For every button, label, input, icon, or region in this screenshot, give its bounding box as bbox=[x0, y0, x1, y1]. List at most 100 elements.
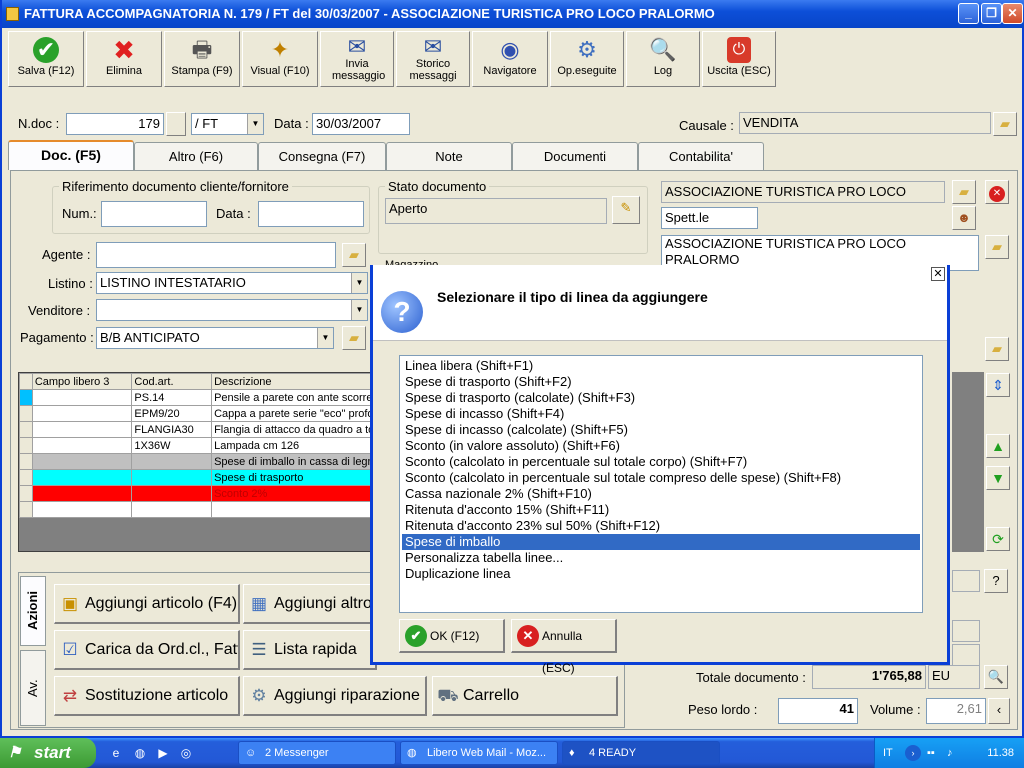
chevron-down-icon[interactable]: ▼ bbox=[317, 328, 333, 348]
start-button[interactable]: ⚑ start bbox=[0, 738, 96, 768]
send-message-button[interactable]: ✉ Invia messaggio bbox=[320, 31, 394, 87]
lines-table[interactable]: Campo libero 3 Cod.art. Descrizione PS.1… bbox=[19, 373, 387, 518]
stato-change-button[interactable]: ✎ bbox=[612, 196, 640, 224]
table-cell[interactable] bbox=[31, 485, 133, 502]
cancel-button[interactable]: ✕ Annulla (ESC) bbox=[511, 619, 617, 675]
cart-button[interactable]: ⛟ Carrello bbox=[432, 676, 618, 716]
table-cell[interactable] bbox=[31, 437, 133, 454]
operations-done-button[interactable]: ⚙ Op.eseguite bbox=[550, 31, 624, 87]
table-cell[interactable] bbox=[31, 453, 133, 470]
pagamento-select[interactable]: B/B ANTICIPATO ▼ bbox=[96, 327, 334, 349]
move-up-button[interactable]: ▲ bbox=[986, 434, 1010, 458]
network-icon[interactable]: ▪▪ bbox=[927, 738, 935, 768]
row-indicator[interactable] bbox=[19, 389, 33, 406]
list-item[interactable]: Sconto (calcolato in percentuale sul tot… bbox=[402, 470, 920, 486]
column-header[interactable]: Campo libero 3 bbox=[31, 373, 133, 390]
chevron-icon[interactable]: › bbox=[905, 745, 921, 761]
volume-button[interactable]: ‹ bbox=[988, 698, 1010, 724]
list-item[interactable]: Spese di imballo bbox=[402, 534, 920, 550]
totals-zoom-button[interactable]: 🔍 bbox=[984, 665, 1008, 689]
quick-list-button[interactable]: ☰ Lista rapida bbox=[243, 630, 377, 670]
chevron-down-icon[interactable]: ▼ bbox=[247, 114, 263, 134]
delete-button[interactable]: ✖ Elimina bbox=[86, 31, 162, 87]
restore-button[interactable]: ❐ bbox=[981, 3, 1002, 24]
column-header[interactable]: Cod.art. bbox=[131, 373, 213, 390]
list-item[interactable]: Sconto (in valore assoluto) (Shift+F6) bbox=[402, 438, 920, 454]
move-top-button[interactable]: ⇕ bbox=[986, 373, 1010, 397]
causale-field[interactable]: VENDITA bbox=[739, 112, 991, 134]
table-cell[interactable]: EPM9/20 bbox=[131, 405, 213, 422]
table-cell[interactable] bbox=[211, 501, 387, 518]
table-row[interactable]: Spese di imballo in cassa di legno bbox=[19, 453, 387, 470]
ie-icon[interactable]: e bbox=[108, 745, 124, 761]
message-history-button[interactable]: ✉ Storico messaggi bbox=[396, 31, 470, 87]
dialog-close-button[interactable]: ✕ bbox=[931, 267, 945, 281]
listino-select[interactable]: LISTINO INTESTATARIO ▼ bbox=[96, 272, 368, 294]
firefox-icon[interactable]: ◍ bbox=[132, 745, 148, 761]
list-item[interactable]: Spese di incasso (calcolate) (Shift+F5) bbox=[402, 422, 920, 438]
row-indicator[interactable] bbox=[19, 485, 33, 502]
table-cell[interactable] bbox=[131, 501, 213, 518]
add-repair-button[interactable]: ⚙ Aggiungi riparazione bbox=[243, 676, 427, 716]
list-item[interactable]: Duplicazione linea bbox=[402, 566, 920, 582]
navigator-button[interactable]: ◉ Navigatore bbox=[472, 31, 548, 87]
cliente-name-field[interactable]: ASSOCIAZIONE TURISTICA PRO LOCO bbox=[661, 181, 945, 203]
list-item[interactable]: Ritenuta d'acconto 23% sul 50% (Shift+F1… bbox=[402, 518, 920, 534]
line-type-list[interactable]: Linea libera (Shift+F1) Spese di trasport… bbox=[399, 355, 923, 613]
causale-folder-button[interactable]: ▰ bbox=[993, 112, 1017, 136]
tab-altro[interactable]: Altro (F6) bbox=[134, 142, 258, 170]
cliente-folder-button[interactable]: ▰ bbox=[952, 180, 976, 204]
venditore-select[interactable]: ▼ bbox=[96, 299, 368, 321]
table-row[interactable]: PS.14 Pensile a parete con ante scorrev bbox=[19, 389, 387, 406]
save-button[interactable]: ✔ Salva (F12) bbox=[8, 31, 84, 87]
address-folder-button[interactable]: ▰ bbox=[985, 235, 1009, 259]
tab-note[interactable]: Note bbox=[386, 142, 512, 170]
chevron-down-icon[interactable]: ▼ bbox=[351, 300, 367, 320]
rif-date-input[interactable] bbox=[258, 201, 364, 227]
ndoc-lookup-button[interactable] bbox=[166, 112, 186, 136]
task-libero-mail[interactable]: ◍ Libero Web Mail - Moz... bbox=[400, 741, 558, 765]
table-cell[interactable] bbox=[31, 405, 133, 422]
destination-folder-button[interactable]: ▰ bbox=[985, 337, 1009, 361]
table-cell[interactable] bbox=[131, 453, 213, 470]
tab-documenti[interactable]: Documenti bbox=[512, 142, 638, 170]
chevron-down-icon[interactable]: ▼ bbox=[351, 273, 367, 293]
table-cell[interactable] bbox=[31, 469, 133, 486]
table-cell[interactable] bbox=[31, 421, 133, 438]
language-indicator[interactable]: IT bbox=[883, 738, 893, 768]
row-indicator[interactable] bbox=[19, 405, 33, 422]
agente-input[interactable] bbox=[96, 242, 336, 268]
ndoc-input[interactable]: 179 bbox=[66, 113, 164, 135]
list-item[interactable]: Spese di trasporto (calcolate) (Shift+F3… bbox=[402, 390, 920, 406]
table-cell[interactable]: Cappa a parete serie "eco" profo bbox=[211, 405, 387, 422]
table-cell[interactable] bbox=[31, 501, 133, 518]
table-row[interactable]: 1X36W Lampada cm 126 bbox=[19, 437, 387, 454]
table-cell[interactable]: Flangia di attacco da quadro a to bbox=[211, 421, 387, 438]
table-cell[interactable]: Sconto 2% bbox=[211, 485, 387, 502]
column-header[interactable]: Descrizione bbox=[211, 373, 387, 390]
date-input[interactable]: 30/03/2007 bbox=[312, 113, 410, 135]
table-cell[interactable]: Pensile a parete con ante scorrev bbox=[211, 389, 387, 406]
row-indicator[interactable] bbox=[19, 501, 33, 518]
pagamento-folder-button[interactable]: ▰ bbox=[342, 326, 366, 350]
list-item[interactable]: Spese di incasso (Shift+F4) bbox=[402, 406, 920, 422]
volume-input[interactable]: 2,61 bbox=[926, 698, 986, 724]
table-cell[interactable]: 1X36W bbox=[131, 437, 213, 454]
replace-article-button[interactable]: ⇄ Sostituzione articolo bbox=[54, 676, 240, 716]
num-input[interactable] bbox=[101, 201, 207, 227]
lines-grid[interactable]: Campo libero 3 Cod.art. Descrizione PS.1… bbox=[18, 372, 388, 552]
task-ready[interactable]: ♦ 4 READY bbox=[562, 741, 720, 765]
log-button[interactable]: 🔍 Log bbox=[626, 31, 700, 87]
table-row[interactable]: Sconto 2% bbox=[19, 485, 387, 502]
agente-folder-button[interactable]: ▰ bbox=[342, 243, 366, 267]
close-window-button[interactable]: ✕ bbox=[1002, 3, 1023, 24]
peso-input[interactable]: 41 bbox=[778, 698, 858, 724]
row-indicator[interactable] bbox=[19, 453, 33, 470]
list-item[interactable]: Ritenuta d'acconto 15% (Shift+F11) bbox=[402, 502, 920, 518]
minimize-button[interactable]: _ bbox=[958, 3, 979, 24]
volume-icon[interactable]: ♪ bbox=[947, 738, 953, 768]
tab-doc[interactable]: Doc. (F5) bbox=[8, 140, 134, 170]
list-item[interactable]: Cassa nazionale 2% (Shift+F10) bbox=[402, 486, 920, 502]
cliente-contact-button[interactable]: ☻ bbox=[952, 206, 976, 230]
table-cell[interactable] bbox=[131, 485, 213, 502]
